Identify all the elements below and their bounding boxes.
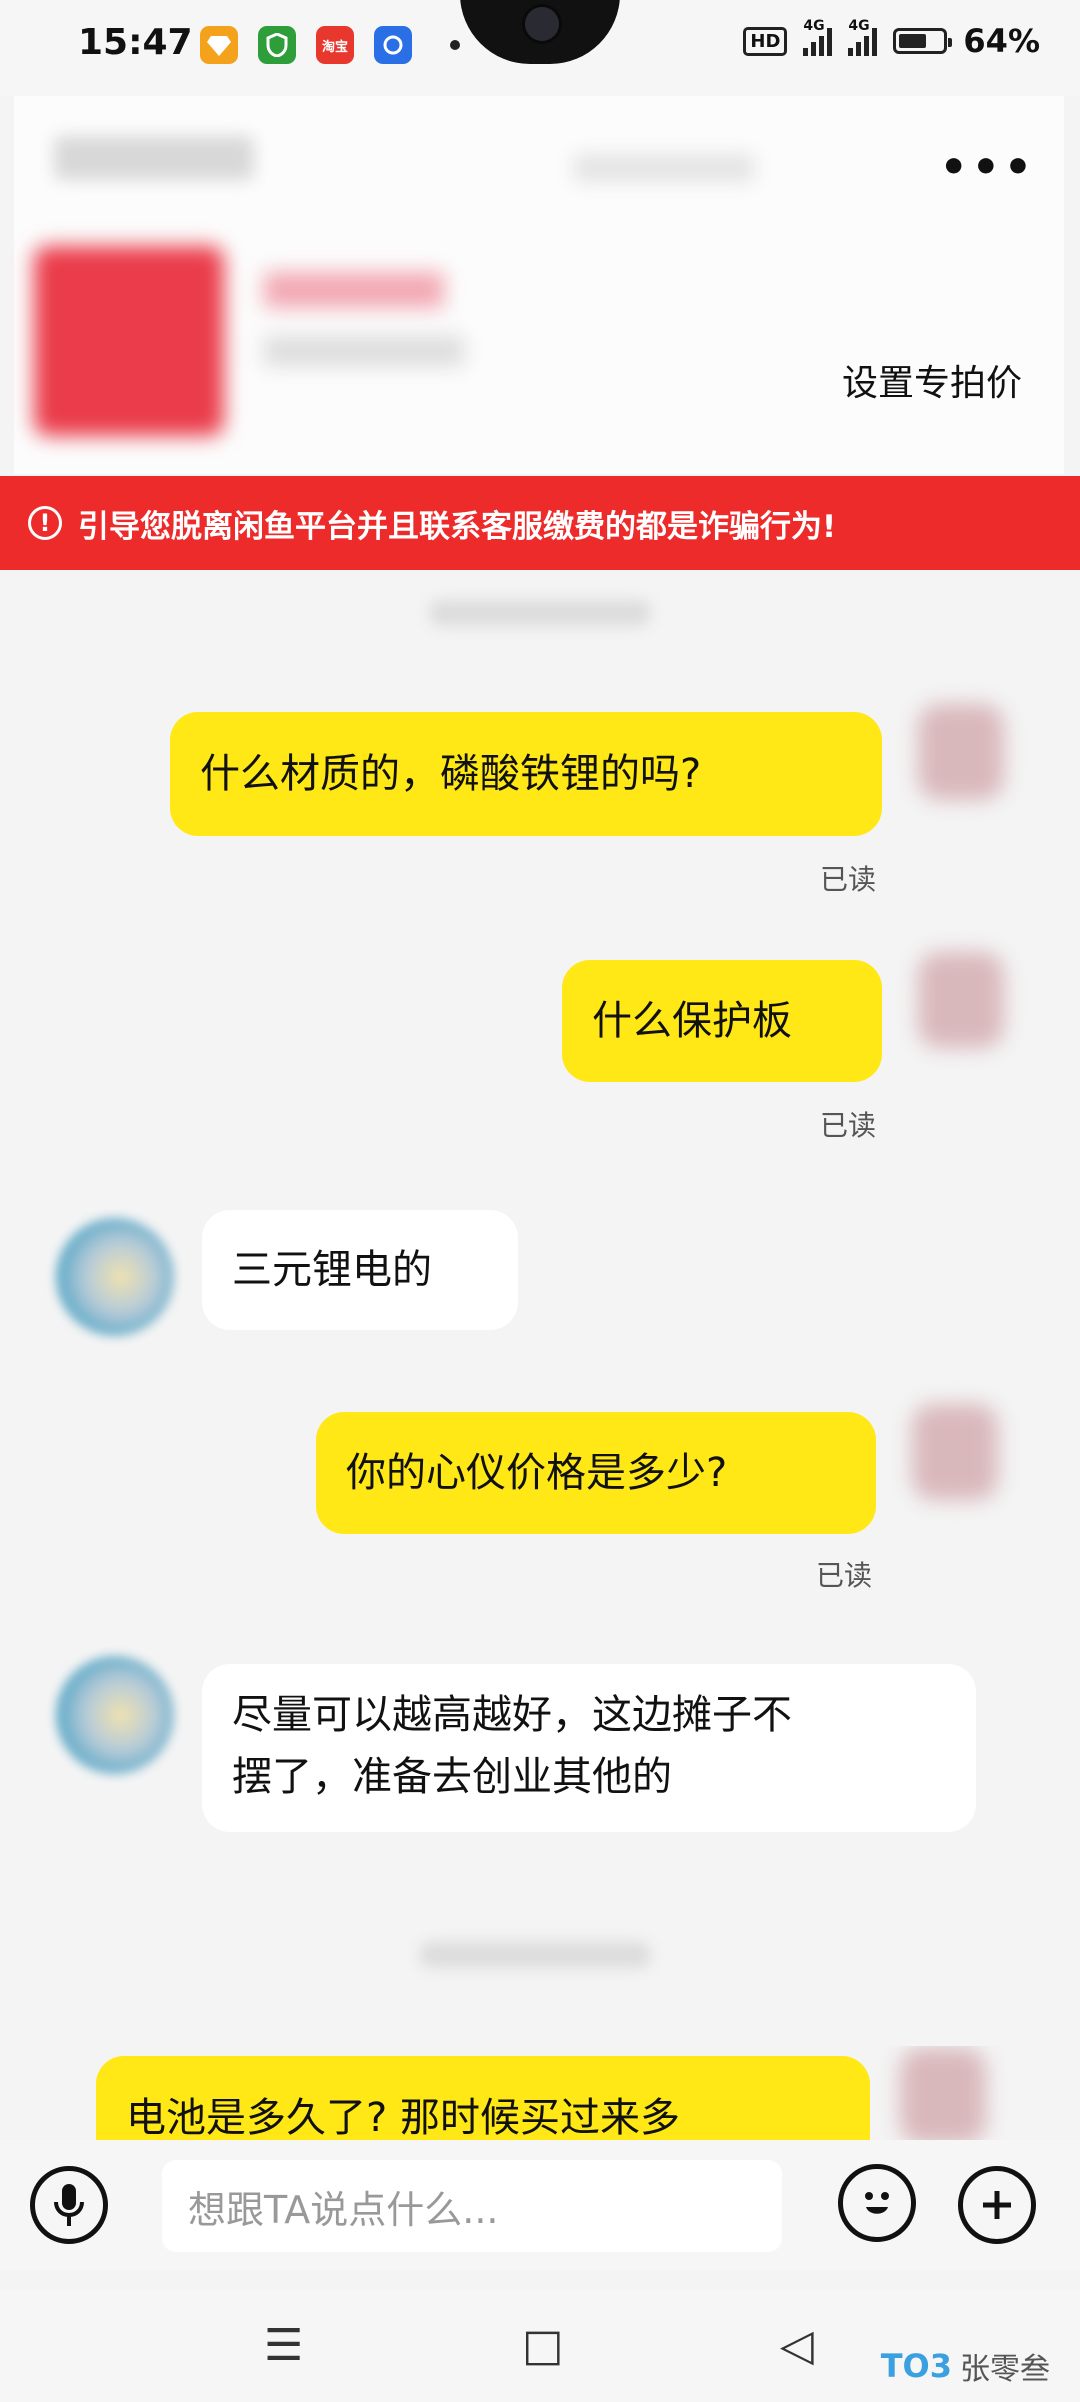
message-bubble-out[interactable]: 你的心仪价格是多少? — [316, 1412, 876, 1534]
alert-circle-icon: ! — [28, 506, 62, 540]
status-bar: 15:47 淘宝 HD 4G 4G 64% — [0, 0, 1080, 96]
chat-input-bar: 想跟TA说点什么... — [0, 2140, 1080, 2270]
message-bubble-in[interactable]: 三元锂电的 — [202, 1210, 518, 1330]
front-camera-icon — [522, 4, 562, 44]
chat-header: ••• 设置专拍价 — [14, 96, 1064, 474]
fraud-warning-banner: ! 引导您脱离闲鱼平台并且联系客服缴费的都是诈骗行为! — [0, 476, 1080, 570]
message-input[interactable]: 想跟TA说点什么... — [162, 2160, 782, 2252]
battery-icon — [893, 28, 953, 54]
notification-dot-icon — [450, 40, 460, 50]
message-bubble-in[interactable]: 尽量可以越高越好，这边摊子不 摆了，准备去创业其他的 — [202, 1664, 976, 1832]
plus-icon[interactable] — [958, 2166, 1036, 2244]
my-avatar[interactable] — [918, 704, 1004, 800]
taobao-app-label: 淘宝 — [321, 39, 348, 55]
fraud-warning-text: 引导您脱离闲鱼平台并且联系客服缴费的都是诈骗行为! — [78, 508, 837, 545]
shield-app-icon — [258, 26, 296, 64]
read-receipt: 已读 — [820, 1109, 877, 1142]
message-bubble-out[interactable]: 电池是多久了? 那时候买过来多 — [96, 2056, 870, 2140]
message-line: 摆了，准备去创业其他的 — [232, 1754, 672, 1800]
battery-fill — [899, 34, 927, 48]
status-app-icons: 淘宝 — [200, 26, 460, 64]
back-triangle-icon[interactable]: ◁ — [780, 2320, 814, 2371]
watermark-text: 张零叁 — [960, 2352, 1050, 2387]
contact-avatar[interactable] — [56, 1656, 174, 1774]
watermark-logo: TO3 — [880, 2347, 952, 2385]
header-blurred-text — [574, 154, 754, 182]
timestamp-separator — [430, 600, 650, 626]
home-square-icon[interactable]: □ — [522, 2320, 564, 2371]
signal-icon: 4G — [803, 18, 833, 56]
read-receipt: 已读 — [820, 863, 877, 896]
battery-percent: 64% — [963, 22, 1040, 60]
status-time: 15:47 — [78, 22, 193, 63]
menu-icon[interactable]: ☰ — [264, 2320, 303, 2371]
message-clip: 电池是多久了? 那时候买过来多 — [0, 2046, 1080, 2140]
product-price-blurred — [264, 272, 444, 308]
microphone-icon[interactable] — [30, 2166, 108, 2244]
emoji-icon[interactable] — [838, 2164, 916, 2242]
my-avatar[interactable] — [900, 2048, 986, 2140]
my-avatar[interactable] — [918, 952, 1004, 1048]
watermark: TO3 张零叁 — [881, 2344, 1050, 2388]
status-indicators: HD 4G 4G 64% — [743, 18, 1040, 60]
more-dots-icon[interactable]: ••• — [940, 146, 1036, 190]
hd-badge: HD — [743, 26, 788, 56]
diamond-app-icon — [200, 26, 238, 64]
message-bubble-out[interactable]: 什么材质的，磷酸铁锂的吗? — [170, 712, 882, 836]
timestamp-separator — [420, 1942, 650, 1968]
message-bubble-out[interactable]: 什么保护板 — [562, 960, 882, 1082]
read-receipt: 已读 — [816, 1559, 873, 1592]
set-exclusive-price-button[interactable]: 设置专拍价 — [842, 354, 1022, 406]
product-info-blurred — [264, 336, 464, 366]
network-label-2: 4G — [848, 18, 870, 34]
contact-name-blurred — [54, 136, 254, 180]
signal-icon-2: 4G — [848, 18, 878, 56]
camera-notch — [460, 0, 620, 64]
contact-avatar[interactable] — [56, 1218, 174, 1336]
network-label-1: 4G — [803, 18, 825, 34]
qq-browser-app-icon — [374, 26, 412, 64]
product-thumbnail[interactable] — [34, 246, 224, 436]
taobao-app-icon: 淘宝 — [316, 26, 354, 64]
system-nav-bar: ☰ □ ◁ TO3 张零叁 — [0, 2290, 1080, 2402]
message-line: 尽量可以越高越好，这边摊子不 — [232, 1692, 792, 1738]
my-avatar[interactable] — [912, 1404, 998, 1500]
